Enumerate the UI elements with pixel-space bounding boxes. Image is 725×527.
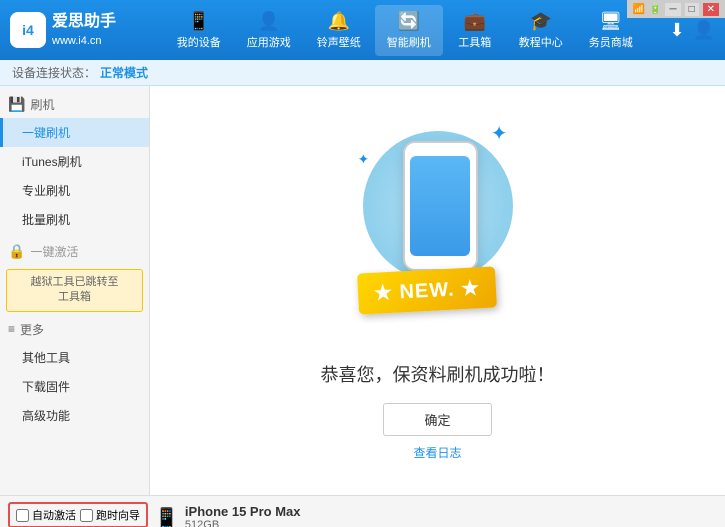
service-icon: 🖥	[599, 11, 622, 32]
flash-section-icon: 💾	[8, 96, 25, 113]
user-button[interactable]: 👤	[693, 20, 715, 41]
phone-illustration: ✦ ✦ ★ NEW. ★	[348, 121, 528, 341]
nav-tab-tutorial[interactable]: 🎓 教程中心	[507, 5, 575, 56]
logo-icon-text: i4	[22, 22, 34, 38]
tutorial-icon: 🎓	[530, 11, 552, 32]
logo-url: www.i4.cn	[52, 34, 116, 49]
auto-activate-label[interactable]: 自动激活	[16, 507, 76, 523]
logo-icon: i4	[10, 12, 46, 48]
lock-icon: 🔒	[8, 243, 25, 260]
my-device-label: 我的设备	[177, 34, 221, 50]
tutorial-label: 教程中心	[519, 34, 563, 50]
more-icon: ≡	[8, 322, 15, 336]
sidebar-item-itunes-flash[interactable]: iTunes刷机	[0, 147, 149, 176]
status-value: 正常模式	[100, 64, 148, 81]
sidebar-item-other-tools[interactable]: 其他工具	[0, 343, 149, 372]
sidebar-section-more: ≡ 更多 其他工具 下载固件 高级功能	[0, 316, 149, 430]
ringtone-icon: 🔔	[328, 11, 350, 32]
app-games-icon: 👤	[258, 11, 280, 32]
app-games-label: 应用游戏	[247, 34, 291, 50]
sparkle-left: ✦	[358, 151, 370, 168]
sidebar-more-header: ≡ 更多	[0, 316, 149, 343]
sidebar-notice: 越狱工具已跳转至工具箱	[6, 269, 143, 312]
logo-main-text: 爱思助手	[52, 11, 116, 33]
auto-activate-text: 自动激活	[32, 507, 76, 523]
maximize-button[interactable]: □	[685, 3, 699, 16]
sidebar-item-one-key-flash[interactable]: 一键刷机	[0, 118, 149, 147]
sidebar-flash-header: 💾 刷机	[0, 91, 149, 118]
main-layout: 💾 刷机 一键刷机 iTunes刷机 专业刷机 批量刷机 🔒	[0, 86, 725, 495]
time-guide-text: 跑时向导	[96, 507, 140, 523]
more-label: 更多	[20, 321, 44, 338]
service-label: 务员商城	[589, 34, 633, 50]
logo-area: i4 爱思助手 www.i4.cn	[10, 11, 140, 49]
checkbox-group: 自动激活 跑时向导	[8, 502, 148, 527]
logo-text: 爱思助手 www.i4.cn	[52, 11, 116, 49]
status-label: 设备连接状态：	[12, 64, 96, 81]
wifi-icon: 📶	[633, 4, 645, 15]
battery-icon: 🔋	[649, 4, 661, 15]
sidebar-section-flash: 💾 刷机 一键刷机 iTunes刷机 专业刷机 批量刷机	[0, 91, 149, 234]
toolbox-label: 工具箱	[458, 34, 491, 50]
sidebar: 💾 刷机 一键刷机 iTunes刷机 专业刷机 批量刷机 🔒	[0, 86, 150, 495]
close-button[interactable]: ✕	[703, 3, 719, 16]
activate-label: 一键激活	[30, 243, 78, 260]
device-phone-icon: 📱	[154, 506, 179, 527]
success-text: 恭喜您，保资料刷机成功啦！	[321, 361, 555, 387]
log-link[interactable]: 查看日志	[413, 444, 461, 461]
nav-tab-my-device[interactable]: 📱 我的设备	[165, 5, 233, 56]
time-guide-label[interactable]: 跑时向导	[80, 507, 140, 523]
sidebar-item-batch-flash[interactable]: 批量刷机	[0, 205, 149, 234]
header-right: ⬇ 👤	[669, 20, 715, 41]
auto-activate-checkbox[interactable]	[16, 509, 29, 522]
toolbox-icon: 💼	[464, 11, 486, 32]
confirm-button[interactable]: 确定	[383, 403, 491, 436]
ringtone-label: 铃声壁纸	[317, 34, 361, 50]
nav-tab-smart-flash[interactable]: 🔄 智能刷机	[375, 5, 443, 56]
bottom-area: 自动激活 跑时向导 📱 iPhone 15 Pro Max 512GB iPho…	[0, 495, 725, 527]
phone-body	[403, 141, 478, 271]
nav-tabs: 📱 我的设备 👤 应用游戏 🔔 铃声壁纸 🔄 智能刷机 💼 工具箱 🎓	[140, 5, 669, 56]
device-storage: 512GB	[185, 519, 301, 527]
status-bar: 设备连接状态： 正常模式	[0, 60, 725, 86]
sidebar-item-download-firmware[interactable]: 下载固件	[0, 372, 149, 401]
sidebar-item-pro-flash[interactable]: 专业刷机	[0, 176, 149, 205]
content-area: ✦ ✦ ★ NEW. ★ 恭喜您，保资料刷机成功啦！ 确定 查看日志	[150, 86, 725, 495]
window-controls: 📶 🔋 ─ □ ✕	[627, 0, 725, 18]
download-button[interactable]: ⬇	[669, 20, 684, 41]
device-details: iPhone 15 Pro Max 512GB iPhone	[185, 504, 301, 527]
nav-tab-app-games[interactable]: 👤 应用游戏	[235, 5, 303, 56]
flash-section-label: 刷机	[30, 96, 54, 113]
sidebar-section-activate: 🔒 一键激活 越狱工具已跳转至工具箱	[0, 238, 149, 312]
smart-flash-icon: 🔄	[398, 11, 420, 32]
sparkle-top-right: ✦	[491, 121, 508, 146]
my-device-icon: 📱	[188, 11, 210, 32]
device-name: iPhone 15 Pro Max	[185, 504, 301, 519]
sidebar-activate-header: 🔒 一键激活	[0, 238, 149, 265]
new-badge: ★ NEW. ★	[357, 266, 497, 314]
nav-tab-ringtone[interactable]: 🔔 铃声壁纸	[305, 5, 373, 56]
minimize-button[interactable]: ─	[665, 3, 680, 16]
nav-tab-toolbox[interactable]: 💼 工具箱	[445, 5, 505, 56]
header: i4 爱思助手 www.i4.cn 📱 我的设备 👤 应用游戏 🔔 铃声壁纸 🔄	[0, 0, 725, 60]
time-guide-checkbox[interactable]	[80, 509, 93, 522]
device-info: 📱 iPhone 15 Pro Max 512GB iPhone	[154, 502, 301, 527]
smart-flash-label: 智能刷机	[387, 34, 431, 50]
phone-screen	[410, 156, 470, 256]
sidebar-item-advanced[interactable]: 高级功能	[0, 401, 149, 430]
